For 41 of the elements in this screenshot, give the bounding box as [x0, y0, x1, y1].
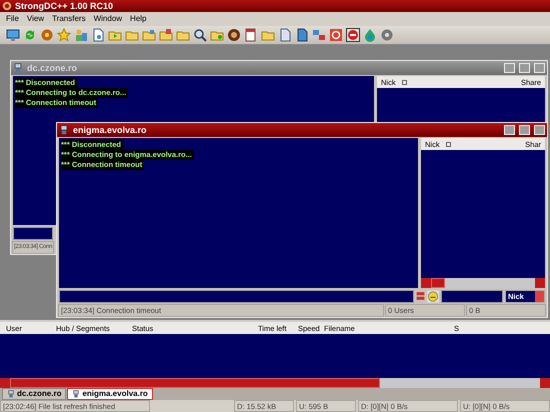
window-title: StrongDC++ 1.00 RC10	[15, 0, 114, 12]
window-title: enigma.evolva.ro	[73, 124, 148, 136]
scrollbar[interactable]	[0, 378, 550, 388]
document-icon[interactable]	[278, 28, 292, 42]
smiley-icon[interactable]	[427, 290, 439, 303]
message-input[interactable]	[59, 290, 414, 303]
monitor-icon[interactable]	[6, 28, 20, 42]
sort-icon	[444, 140, 452, 148]
computer-icon	[59, 125, 69, 135]
menu-item[interactable]: View	[22, 14, 48, 24]
minimize-button[interactable]	[504, 63, 515, 73]
document-icon[interactable]	[295, 28, 309, 42]
window-tab[interactable]: dc.czone.ro	[2, 388, 66, 400]
menu-item[interactable]: File	[2, 14, 23, 24]
power-icon[interactable]	[329, 28, 343, 42]
message-input[interactable]	[13, 227, 53, 240]
search-field[interactable]	[441, 290, 503, 303]
maximize-button[interactable]	[519, 125, 530, 135]
menu-item[interactable]: Window	[90, 14, 126, 24]
star-icon[interactable]	[57, 28, 71, 42]
sort-icon	[400, 78, 408, 86]
close-button[interactable]	[534, 63, 545, 73]
computer-icon	[13, 63, 23, 73]
minimize-button[interactable]	[504, 125, 515, 135]
stop-icon[interactable]	[346, 28, 360, 42]
close-button[interactable]	[534, 125, 545, 135]
folder-icon[interactable]	[159, 28, 173, 42]
menu-item[interactable]: Help	[126, 14, 150, 24]
folder-icon[interactable]	[142, 28, 156, 42]
document-icon[interactable]	[91, 28, 105, 42]
maximize-button[interactable]	[519, 63, 530, 73]
notepad-icon[interactable]	[244, 28, 258, 42]
computer-icon	[7, 390, 15, 398]
scrollbar[interactable]	[421, 278, 545, 288]
menu-item[interactable]: Transfers	[48, 14, 90, 24]
window-title: dc.czone.ro	[27, 62, 78, 74]
app-icon	[2, 1, 12, 11]
computer-icon	[72, 390, 80, 398]
users-icon[interactable]	[74, 28, 88, 42]
window-tab[interactable]: enigma.evolva.ro	[67, 388, 153, 400]
search-icon[interactable]	[193, 28, 207, 42]
